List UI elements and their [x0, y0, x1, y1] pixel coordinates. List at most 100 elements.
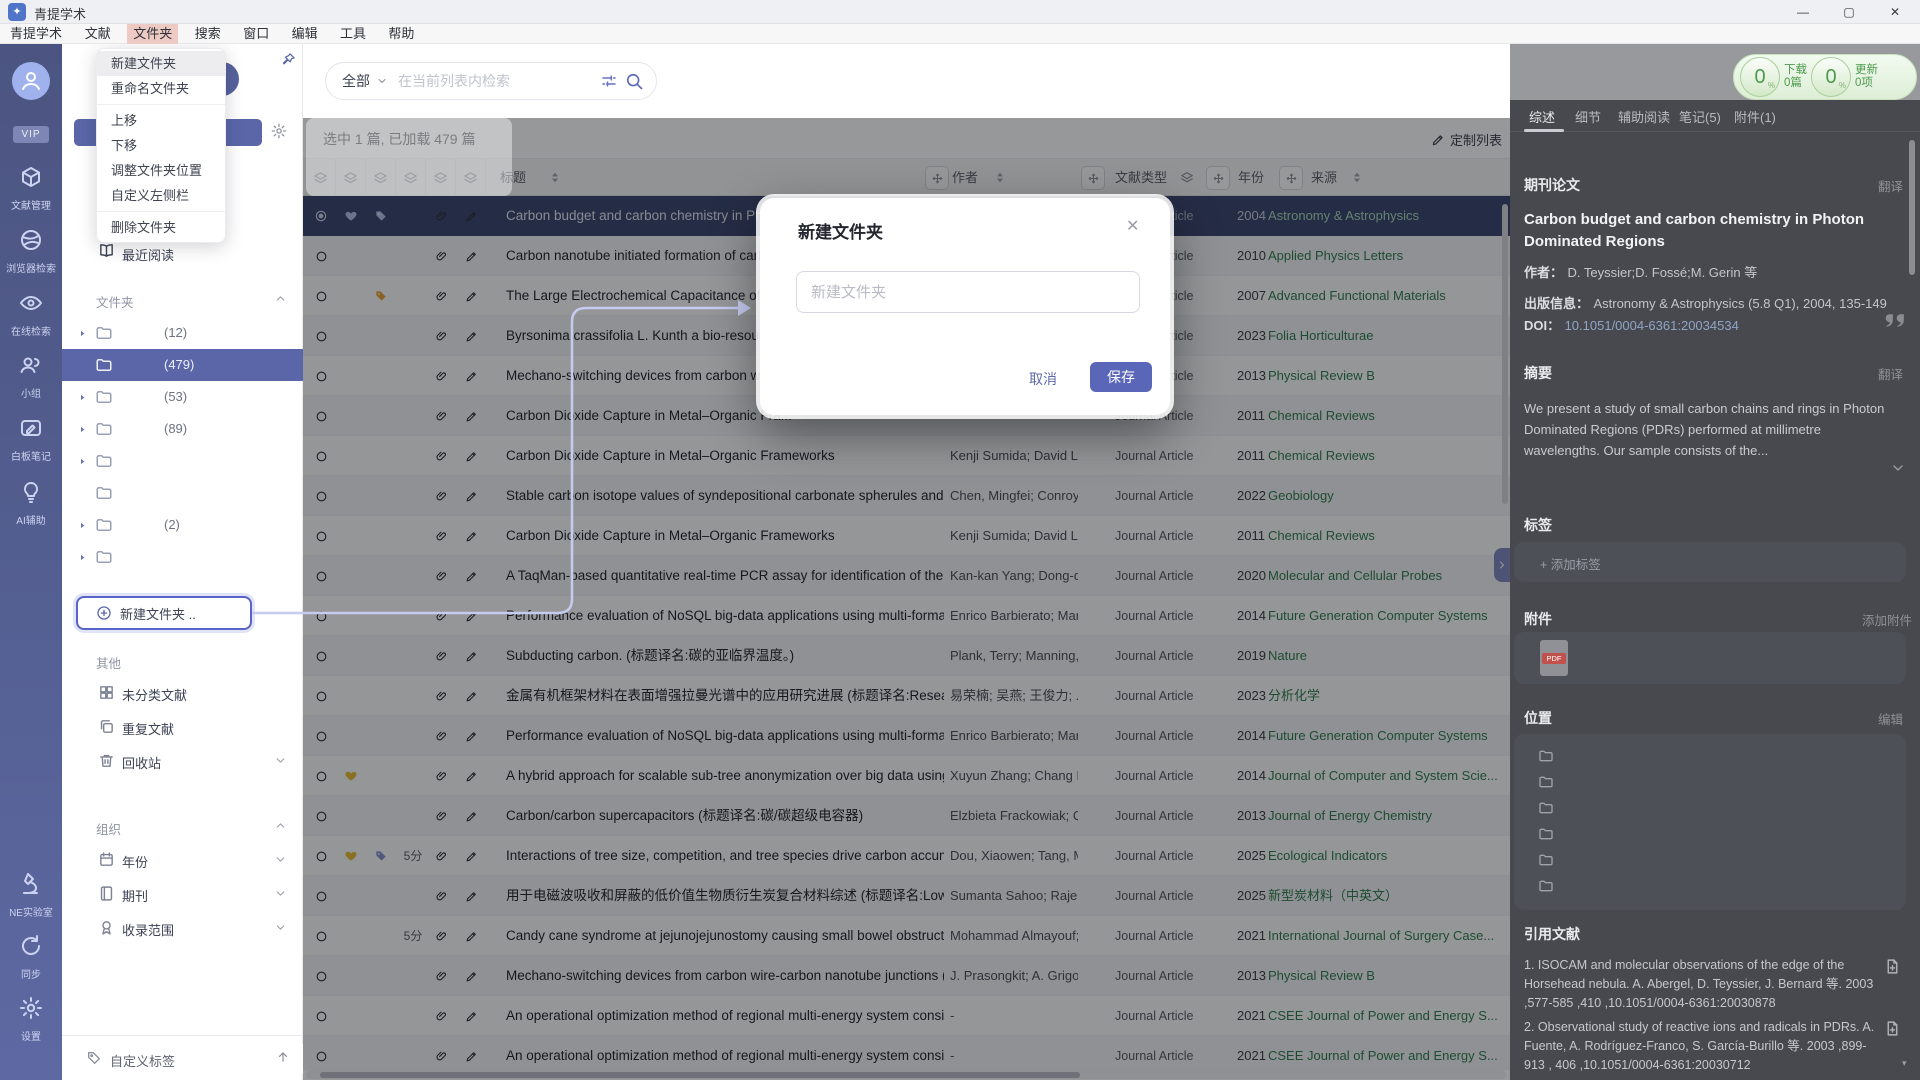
- location-folder-icon[interactable]: [1538, 878, 1554, 894]
- context-menu-item-下移[interactable]: 下移: [97, 133, 225, 158]
- table-row[interactable]: An operational optimization method of re…: [303, 1036, 1510, 1070]
- column-move-handle[interactable]: [1279, 166, 1303, 190]
- layers-icon[interactable]: [366, 159, 396, 197]
- attachment-clip-icon[interactable]: [426, 796, 456, 836]
- folder-row[interactable]: (53): [62, 381, 303, 413]
- translate-link[interactable]: 翻译: [1878, 176, 1903, 195]
- attachment-clip-icon[interactable]: [426, 956, 456, 996]
- context-menu-item-删除文件夹[interactable]: 删除文件夹: [97, 215, 225, 240]
- note-pencil-icon[interactable]: [456, 996, 486, 1036]
- column-move-handle[interactable]: [925, 166, 949, 190]
- rail-item-文献管理[interactable]: 文献管理: [0, 165, 62, 213]
- note-pencil-icon[interactable]: [456, 236, 486, 276]
- expand-triangle-icon[interactable]: [78, 393, 87, 402]
- context-menu-item-新建文件夹[interactable]: 新建文件夹: [97, 51, 225, 76]
- note-pencil-icon[interactable]: [456, 756, 486, 796]
- org-collapse-icon[interactable]: [274, 819, 287, 832]
- folder-row[interactable]: (479): [62, 349, 303, 381]
- sidebar-item-回收站[interactable]: 回收站: [62, 746, 303, 776]
- sidebar-item-收录范围[interactable]: 收录范围: [62, 913, 303, 943]
- add-reference-icon[interactable]: [1884, 958, 1901, 975]
- note-pencil-icon[interactable]: [456, 956, 486, 996]
- menu-窗口[interactable]: 窗口: [237, 24, 275, 44]
- menu-文献[interactable]: 文献: [79, 24, 117, 44]
- menu-工具[interactable]: 工具: [334, 24, 372, 44]
- folder-row[interactable]: [62, 541, 303, 573]
- note-pencil-icon[interactable]: [456, 636, 486, 676]
- expand-abstract-icon[interactable]: [1890, 460, 1906, 476]
- column-source[interactable]: 来源: [1311, 159, 1337, 197]
- table-row[interactable]: Carbon Dioxide Capture in Metal–Organic …: [303, 436, 1510, 476]
- expand-triangle-icon[interactable]: [78, 521, 87, 530]
- panel-scrollbar[interactable]: [1909, 140, 1915, 275]
- select-circle-icon[interactable]: [306, 596, 336, 636]
- context-menu-item-重命名文件夹[interactable]: 重命名文件夹: [97, 76, 225, 101]
- scrollbar-thumb[interactable]: [320, 1072, 1080, 1078]
- rail-item-浏览器检索[interactable]: 浏览器检索: [0, 228, 62, 276]
- menu-青提学术[interactable]: 青提学术: [4, 24, 68, 44]
- new-folder-button[interactable]: 新建文件夹 ..: [76, 596, 252, 630]
- location-folder-icon[interactable]: [1538, 748, 1554, 764]
- article-title[interactable]: Carbon budget and carbon chemistry in Ph…: [1524, 209, 1904, 253]
- table-row[interactable]: A TaqMan-based quantitative real-time PC…: [303, 556, 1510, 596]
- select-circle-icon[interactable]: [306, 876, 336, 916]
- layers-icon[interactable]: [426, 159, 456, 197]
- folder-row[interactable]: (89): [62, 413, 303, 445]
- select-circle-icon[interactable]: [306, 476, 336, 516]
- modal-close-icon[interactable]: ✕: [1126, 216, 1139, 236]
- menu-帮助[interactable]: 帮助: [382, 24, 420, 44]
- attachment-clip-icon[interactable]: [426, 596, 456, 636]
- select-circle-icon[interactable]: [306, 436, 336, 476]
- authors-value[interactable]: D. Teyssier;D. Fossé;M. Gerin 等: [1567, 265, 1757, 280]
- attachment-clip-icon[interactable]: [426, 636, 456, 676]
- select-circle-icon[interactable]: [306, 916, 336, 956]
- note-pencil-icon[interactable]: [456, 436, 486, 476]
- select-circle-icon[interactable]: [306, 276, 336, 316]
- search-icon[interactable]: [624, 71, 644, 91]
- menu-文件夹[interactable]: 文件夹: [127, 24, 178, 44]
- sidebar-item-未分类文献[interactable]: 未分类文献: [62, 678, 303, 708]
- save-button[interactable]: 保存: [1090, 362, 1152, 392]
- menu-编辑[interactable]: 编辑: [286, 24, 324, 44]
- rail-item-设置[interactable]: 设置: [0, 996, 62, 1044]
- select-circle-icon[interactable]: [306, 1036, 336, 1070]
- select-circle-icon[interactable]: [306, 316, 336, 356]
- doi-value[interactable]: 10.1051/0004-6361:20034534: [1565, 318, 1739, 333]
- rail-item-NE实验室[interactable]: NE实验室: [0, 872, 62, 920]
- add-reference-icon[interactable]: [1884, 1020, 1901, 1037]
- select-circle-icon[interactable]: [306, 236, 336, 276]
- note-pencil-icon[interactable]: [456, 1036, 486, 1070]
- filter-sliders-icon[interactable]: [600, 72, 618, 90]
- table-row[interactable]: A hybrid approach for scalable sub-tree …: [303, 756, 1510, 796]
- rail-item-AI辅助[interactable]: AI辅助: [0, 480, 62, 528]
- sidebar-item-年份[interactable]: 年份: [62, 845, 303, 875]
- custom-tags-item[interactable]: 自定义标签: [62, 1044, 303, 1074]
- table-row[interactable]: 金属有机框架材料在表面增强拉曼光谱中的应用研究进展 (标题译名:Research…: [303, 676, 1510, 716]
- note-pencil-icon[interactable]: [456, 316, 486, 356]
- note-pencil-icon[interactable]: [456, 716, 486, 756]
- attachment-clip-icon[interactable]: [426, 316, 456, 356]
- column-type[interactable]: 文献类型: [1115, 159, 1167, 197]
- attachment-clip-icon[interactable]: [426, 756, 456, 796]
- pin-icon[interactable]: [281, 52, 296, 67]
- folder-row[interactable]: [62, 445, 303, 477]
- close-button[interactable]: ✕: [1880, 2, 1910, 22]
- avatar[interactable]: [12, 62, 50, 100]
- select-circle-icon[interactable]: [306, 996, 336, 1036]
- folders-header[interactable]: 文件夹: [96, 292, 134, 311]
- select-circle-icon[interactable]: [306, 716, 336, 756]
- attachment-clip-icon[interactable]: [426, 196, 456, 236]
- folders-collapse-icon[interactable]: [274, 292, 287, 305]
- tag-icon[interactable]: [366, 196, 396, 236]
- select-circle-icon[interactable]: [306, 636, 336, 676]
- attachment-clip-icon[interactable]: [426, 996, 456, 1036]
- menu-搜索[interactable]: 搜索: [189, 24, 227, 44]
- layers-icon[interactable]: [396, 159, 426, 197]
- expand-triangle-icon[interactable]: [78, 329, 87, 338]
- minimize-button[interactable]: —: [1788, 2, 1818, 22]
- add-attachment-link[interactable]: 添加附件: [1862, 610, 1912, 629]
- maximize-button[interactable]: ▢: [1834, 2, 1864, 22]
- attachment-clip-icon[interactable]: [426, 516, 456, 556]
- expand-triangle-icon[interactable]: [78, 457, 87, 466]
- favorite-heart-icon[interactable]: [336, 836, 366, 876]
